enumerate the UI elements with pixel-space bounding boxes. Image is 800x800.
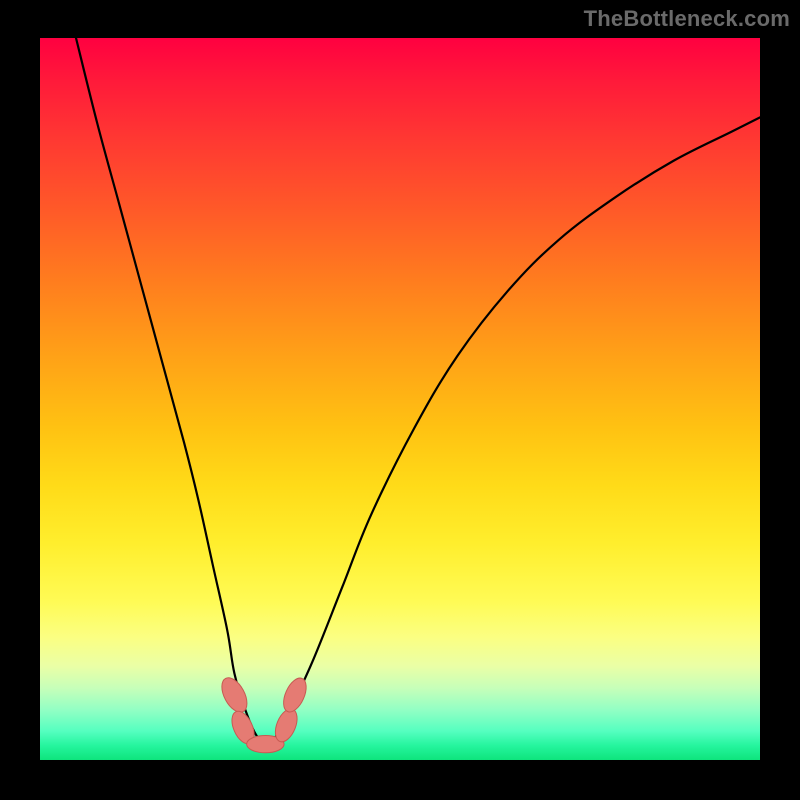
watermark-text: TheBottleneck.com	[584, 6, 790, 32]
plot-area	[40, 38, 760, 760]
chart-frame: TheBottleneck.com	[0, 0, 800, 800]
bottleneck-curve	[76, 38, 760, 744]
marker-right-upper	[279, 675, 311, 716]
marker-left-upper	[217, 674, 252, 717]
curve-layer	[40, 38, 760, 760]
markers-group	[217, 674, 311, 753]
